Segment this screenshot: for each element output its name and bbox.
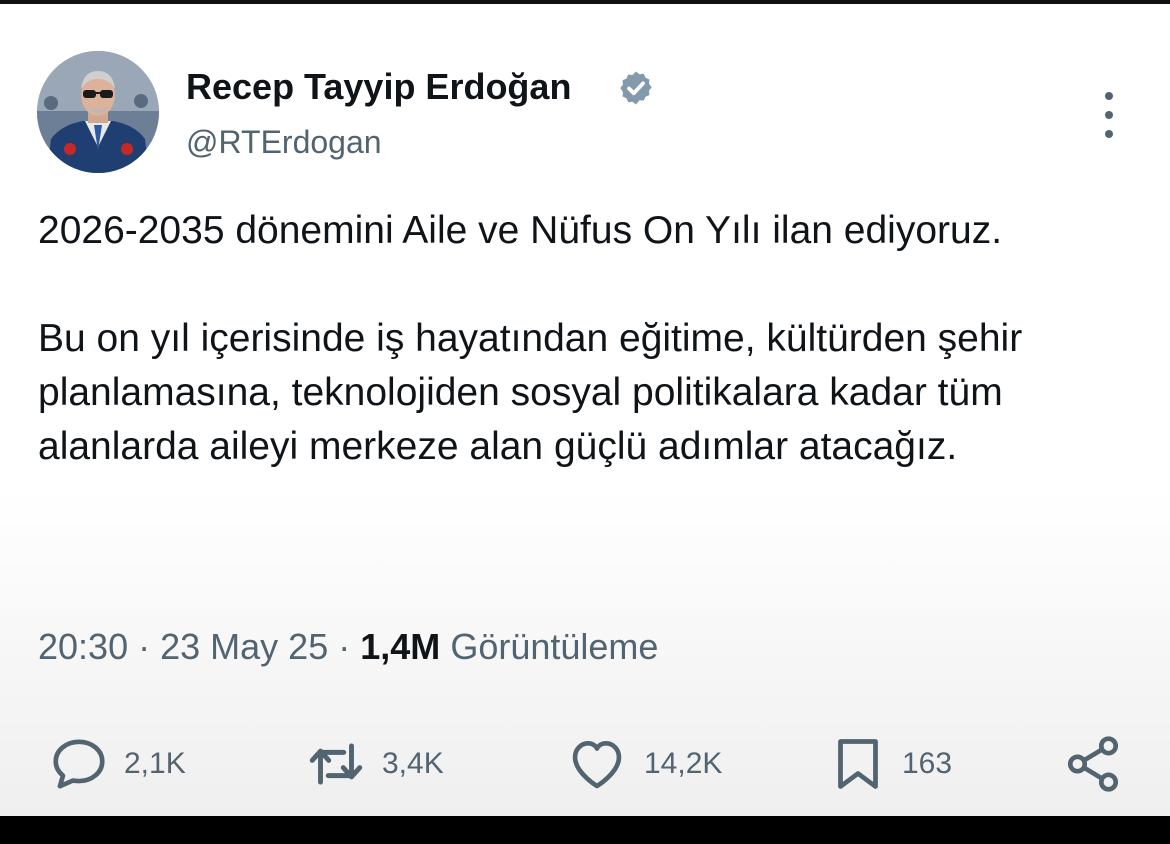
repost-count: 3,4K [382, 747, 444, 780]
avatar[interactable] [37, 51, 159, 173]
verified-badge-icon [620, 71, 652, 105]
tweet-paragraph: Bu on yıl içerisinde iş hayatından eğiti… [38, 317, 1023, 468]
tweet-time[interactable]: 20:30 [38, 626, 128, 667]
bottom-edge [0, 816, 1170, 844]
bookmark-count: 163 [902, 747, 953, 780]
share-icon [1067, 736, 1119, 792]
reply-count: 2,1K [124, 747, 186, 780]
bookmark-button[interactable]: 163 [828, 732, 952, 796]
views-label: Görüntüleme [450, 626, 659, 667]
tweet-card: Recep Tayyip Erdoğan @RTErdogan 2026-203… [0, 4, 1170, 816]
author-handle[interactable]: @RTErdogan [186, 124, 382, 161]
meta-separator: · [138, 626, 151, 667]
more-dot [1105, 130, 1113, 138]
tweet-text: 2026-2035 dönemini Aile ve Nüfus On Yılı… [38, 204, 1148, 474]
reply-button[interactable]: 2,1K [48, 732, 186, 796]
tweet-paragraph: 2026-2035 dönemini Aile ve Nüfus On Yılı… [38, 209, 1003, 252]
avatar-image [37, 51, 159, 173]
meta-separator: · [338, 626, 351, 667]
reply-icon [53, 739, 105, 789]
share-button[interactable] [1060, 732, 1126, 796]
tweet-meta: 20:30 · 23 May 25 · 1,4M Görüntüleme [38, 626, 658, 668]
author-name[interactable]: Recep Tayyip Erdoğan [186, 66, 571, 108]
repost-button[interactable]: 3,4K [304, 732, 444, 796]
more-options-icon[interactable] [1092, 92, 1126, 138]
heart-icon [572, 741, 622, 789]
tweet-date[interactable]: 23 May 25 [160, 626, 328, 667]
more-dot [1105, 111, 1113, 119]
like-count: 14,2K [644, 747, 723, 780]
more-dot [1105, 92, 1113, 100]
repost-icon [309, 743, 363, 785]
like-button[interactable]: 14,2K [564, 732, 722, 796]
views-count: 1,4M [360, 626, 441, 667]
bookmark-icon [838, 739, 878, 789]
